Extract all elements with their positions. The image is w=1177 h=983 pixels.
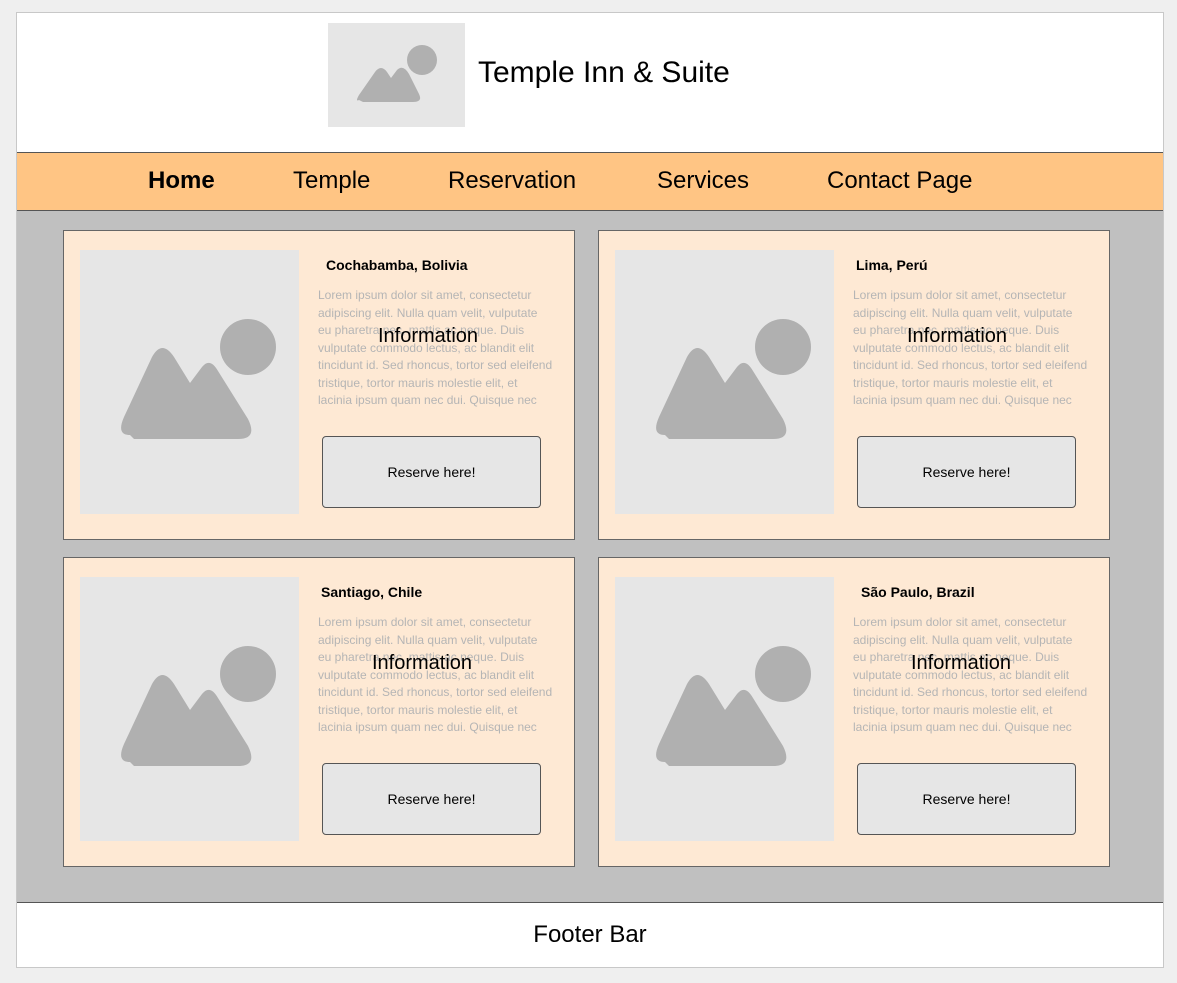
reserve-button[interactable]: Reserve here! [857, 436, 1076, 508]
image-placeholder-icon [120, 646, 276, 766]
card-title: São Paulo, Brazil [861, 584, 975, 600]
card-info-label: Information [372, 652, 473, 674]
footer-bar: Footer Bar [17, 902, 1163, 967]
image-placeholder-icon [120, 319, 276, 439]
card-description: Lorem ipsum dolor sit amet, consectetur … [853, 288, 1088, 407]
card-title: Lima, Perú [856, 257, 928, 273]
reserve-button[interactable]: Reserve here! [857, 763, 1076, 835]
location-card: Santiago, Chile Lorem ipsum dolor sit am… [63, 557, 575, 867]
card-image [80, 250, 299, 514]
image-placeholder-icon [655, 319, 811, 439]
nav-item-temple[interactable]: Temple [293, 167, 370, 195]
image-placeholder-icon [655, 646, 811, 766]
card-image [615, 250, 834, 514]
card-image [615, 577, 834, 841]
card-title: Cochabamba, Bolivia [326, 257, 468, 273]
footer-label: Footer Bar [533, 921, 647, 948]
nav-item-contact-page[interactable]: Contact Page [827, 167, 972, 195]
location-card: Cochabamba, Bolivia Lorem ipsum dolor si… [63, 230, 575, 540]
main-content: Cochabamba, Bolivia Lorem ipsum dolor si… [17, 211, 1163, 902]
image-placeholder-icon [356, 45, 437, 102]
main-nav: Home Temple Reservation Services Contact… [17, 152, 1163, 211]
page-frame: Temple Inn & Suite Home Temple Reservati… [16, 12, 1164, 968]
reserve-button[interactable]: Reserve here! [322, 436, 541, 508]
card-image [80, 577, 299, 841]
location-card: São Paulo, Brazil Lorem ipsum dolor sit … [598, 557, 1110, 867]
site-title: Temple Inn & Suite [478, 56, 730, 89]
location-card: Lima, Perú Lorem ipsum dolor sit amet, c… [598, 230, 1110, 540]
logo-image [328, 23, 465, 127]
reserve-button[interactable]: Reserve here! [322, 763, 541, 835]
card-info-label: Information [907, 325, 1008, 347]
nav-item-services[interactable]: Services [657, 167, 749, 195]
card-title: Santiago, Chile [321, 584, 423, 600]
card-description: Lorem ipsum dolor sit amet, consectetur … [318, 288, 553, 407]
site-header: Temple Inn & Suite [17, 13, 1163, 152]
nav-item-reservation[interactable]: Reservation [448, 167, 576, 195]
nav-item-home[interactable]: Home [148, 167, 215, 195]
card-info-label: Information [911, 652, 1012, 674]
card-description: Lorem ipsum dolor sit amet, consectetur … [853, 615, 1088, 734]
card-description: Lorem ipsum dolor sit amet, consectetur … [318, 615, 553, 734]
card-info-label: Information [378, 325, 479, 347]
